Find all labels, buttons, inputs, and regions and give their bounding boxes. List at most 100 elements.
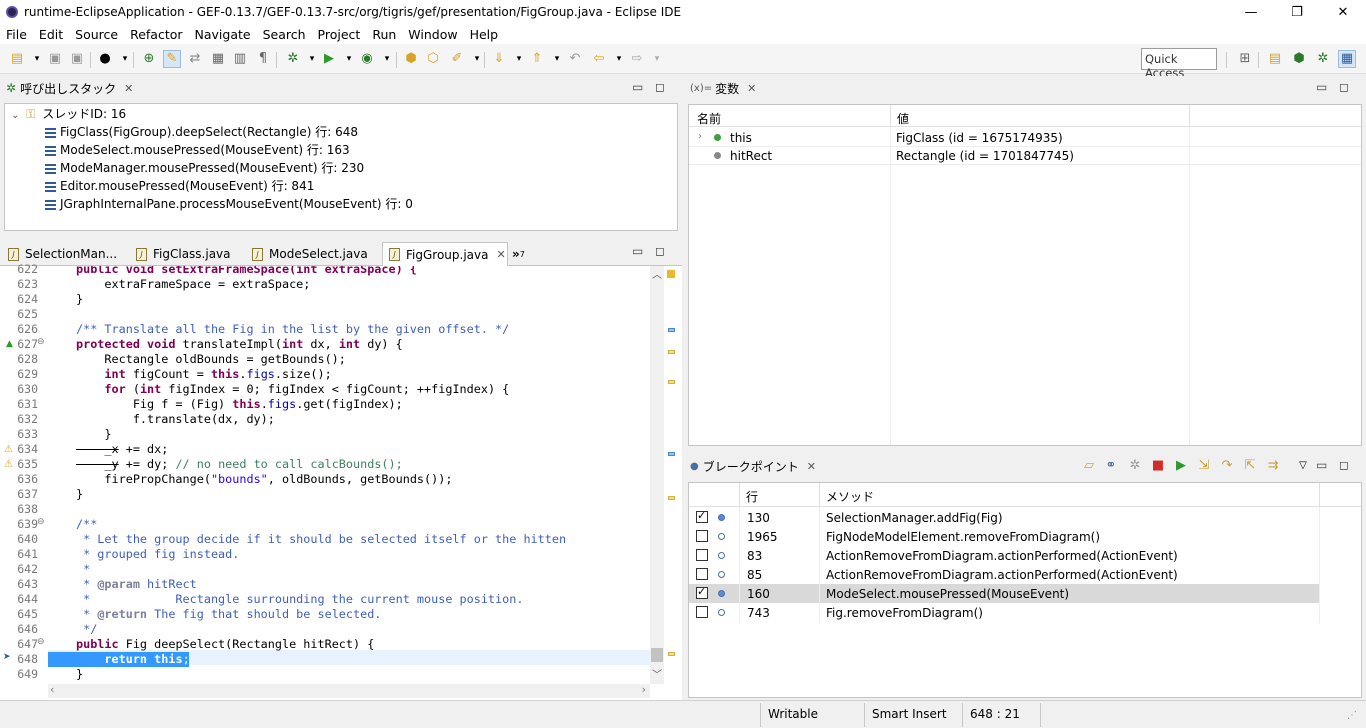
next-annotation-dropdown-icon[interactable]: ▾: [510, 50, 528, 68]
stack-frame[interactable]: ModeSelect.mousePressed(MouseEvent) 行: 1…: [45, 141, 350, 159]
maximize-icon[interactable]: ◻: [1339, 80, 1349, 94]
minimize-icon[interactable]: ▭: [632, 80, 643, 94]
step-return-icon[interactable]: ⇱: [1241, 457, 1259, 475]
menu-file[interactable]: File: [0, 27, 33, 42]
new-dropdown-icon[interactable]: ▾: [28, 50, 46, 68]
debug-dropdown-icon[interactable]: ▾: [303, 50, 321, 68]
breakpoint-row-selected[interactable]: 160 ModeSelect.mousePressed(MouseEvent): [689, 584, 1319, 603]
open-perspective-icon[interactable]: ⊞: [1236, 50, 1254, 68]
run-dropdown-icon[interactable]: ▾: [340, 50, 358, 68]
column-header-line[interactable]: 行: [746, 488, 758, 505]
drop-to-frame-icon[interactable]: ⇉: [1264, 457, 1282, 475]
stack-frame[interactable]: FigClass(FigGroup).deepSelect(Rectangle)…: [45, 123, 358, 141]
forward-dropdown-icon[interactable]: ▾: [648, 50, 666, 68]
editor-vertical-scrollbar[interactable]: ︿ ﹀: [650, 266, 664, 684]
tab-figclass[interactable]: J FigClass.java: [130, 242, 242, 266]
run-icon[interactable]: ▶: [320, 50, 338, 68]
minimize-icon[interactable]: ▭: [632, 244, 643, 258]
menu-source[interactable]: Source: [69, 27, 124, 42]
last-edit-icon[interactable]: ↶: [566, 50, 584, 68]
overview-ruler[interactable]: [664, 266, 678, 684]
search-tool-icon[interactable]: ✐: [448, 50, 466, 68]
column-header-name[interactable]: 名前: [697, 110, 721, 127]
thread-node[interactable]: ⌄ ⚿ スレッドID: 16: [11, 105, 126, 123]
tab-overflow[interactable]: » 7: [508, 242, 532, 266]
step-into-icon[interactable]: ⇲: [1195, 457, 1213, 475]
block-selection-icon[interactable]: ⇄: [186, 50, 204, 68]
breakpoint-checkbox[interactable]: [696, 509, 708, 523]
column-header-value[interactable]: 値: [897, 110, 909, 127]
breakpoint-checkbox[interactable]: [696, 568, 708, 580]
status-insert-mode[interactable]: Smart Insert: [872, 707, 947, 721]
skip-breakpoints-icon[interactable]: ⊕: [140, 50, 158, 68]
back-dropdown-icon[interactable]: ▾: [610, 50, 628, 68]
profile-icon[interactable]: ●: [96, 50, 114, 68]
fold-icon[interactable]: ⊖: [37, 637, 45, 647]
forward-icon[interactable]: ⇨: [628, 50, 646, 68]
maximize-icon[interactable]: ◻: [655, 80, 665, 94]
close-tab-icon[interactable]: ✕: [124, 82, 133, 95]
minimize-icon[interactable]: ▭: [1316, 458, 1327, 472]
next-annotation-icon[interactable]: ⇓: [490, 50, 508, 68]
minimize-icon[interactable]: ▭: [1316, 80, 1327, 94]
link-with-debug-icon[interactable]: ⚭: [1102, 457, 1120, 475]
close-tab-icon[interactable]: ✕: [496, 248, 505, 261]
close-button[interactable]: ✕: [1320, 0, 1366, 24]
show-whitespace-icon[interactable]: ▦: [209, 50, 227, 68]
coverage-dropdown-icon[interactable]: ▾: [378, 50, 396, 68]
stack-frame[interactable]: JGraphInternalPane.processMouseEvent(Mou…: [45, 195, 413, 213]
breakpoint-row[interactable]: 130 SelectionManager.addFig(Fig): [689, 508, 1319, 527]
chevron-down-icon[interactable]: ⌄: [11, 110, 19, 121]
skip-all-icon[interactable]: ✲: [1126, 457, 1144, 475]
menu-window[interactable]: Window: [402, 27, 463, 42]
debug-perspective-icon[interactable]: ✲: [1314, 50, 1332, 68]
other-perspective-icon[interactable]: ▦: [1338, 50, 1356, 68]
word-wrap-icon[interactable]: ▥: [231, 50, 249, 68]
tab-figgroup[interactable]: J FigGroup.java ✕: [382, 242, 508, 266]
view-menu-icon[interactable]: ▽: [1294, 457, 1312, 475]
stack-frame[interactable]: ModeManager.mousePressed(MouseEvent) 行: …: [45, 159, 364, 177]
minimize-button[interactable]: —: [1228, 0, 1274, 24]
open-task-icon[interactable]: ⬡: [424, 50, 442, 68]
menu-run[interactable]: Run: [366, 27, 402, 42]
scroll-down-icon[interactable]: ﹀: [652, 666, 662, 681]
show-breakpoints-icon[interactable]: ▱: [1080, 457, 1098, 475]
new-icon[interactable]: ▤: [8, 50, 26, 68]
column-header-method[interactable]: メソッド: [826, 488, 874, 505]
variable-row[interactable]: hitRect Rectangle (id = 1701847745): [689, 147, 1361, 165]
breakpoint-row[interactable]: 743 Fig.removeFromDiagram(): [689, 603, 1319, 622]
menu-edit[interactable]: Edit: [33, 27, 69, 42]
fold-icon[interactable]: ⊖: [37, 517, 45, 527]
scroll-left-icon[interactable]: ‹: [50, 683, 54, 696]
menu-navigate[interactable]: Navigate: [189, 27, 257, 42]
maximize-icon[interactable]: ◻: [655, 244, 665, 258]
code-editor[interactable]: 622 623 624 625 626 627 628 629 630 631 …: [0, 262, 682, 700]
stack-frame[interactable]: Editor.mousePressed(MouseEvent) 行: 841: [45, 177, 314, 195]
breakpoint-checkbox[interactable]: [696, 606, 708, 618]
save-icon[interactable]: ▣: [46, 50, 64, 68]
terminate-icon[interactable]: ■: [1149, 457, 1167, 475]
java-perspective-icon[interactable]: ⬢: [1290, 50, 1308, 68]
maximize-icon[interactable]: ◻: [1339, 458, 1349, 472]
breakpoint-checkbox[interactable]: [696, 549, 708, 561]
menu-search[interactable]: Search: [257, 27, 312, 42]
close-tab-icon[interactable]: ✕: [747, 82, 756, 95]
menu-project[interactable]: Project: [312, 27, 367, 42]
toggle-mark-occurrences-icon[interactable]: ✎: [163, 50, 181, 68]
back-icon[interactable]: ⇦: [590, 50, 608, 68]
previous-annotation-dropdown-icon[interactable]: ▾: [548, 50, 566, 68]
scroll-thumb[interactable]: [651, 648, 663, 662]
variable-row[interactable]: › this FigClass (id = 1675174935): [689, 129, 1361, 147]
save-all-icon[interactable]: ▣: [68, 50, 86, 68]
close-tab-icon[interactable]: ✕: [807, 460, 816, 473]
menu-help[interactable]: Help: [464, 27, 505, 42]
resource-perspective-icon[interactable]: ▤: [1266, 50, 1284, 68]
profile-dropdown-icon[interactable]: ▾: [116, 50, 134, 68]
chevron-right-icon[interactable]: ›: [698, 131, 702, 142]
coverage-icon[interactable]: ◉: [358, 50, 376, 68]
tab-modeselect[interactable]: J ModeSelect.java: [246, 242, 376, 266]
debug-icon[interactable]: ✲: [284, 50, 302, 68]
menu-refactor[interactable]: Refactor: [124, 27, 188, 42]
open-type-icon[interactable]: ⬢: [402, 50, 420, 68]
fold-icon[interactable]: ⊖: [37, 337, 45, 347]
